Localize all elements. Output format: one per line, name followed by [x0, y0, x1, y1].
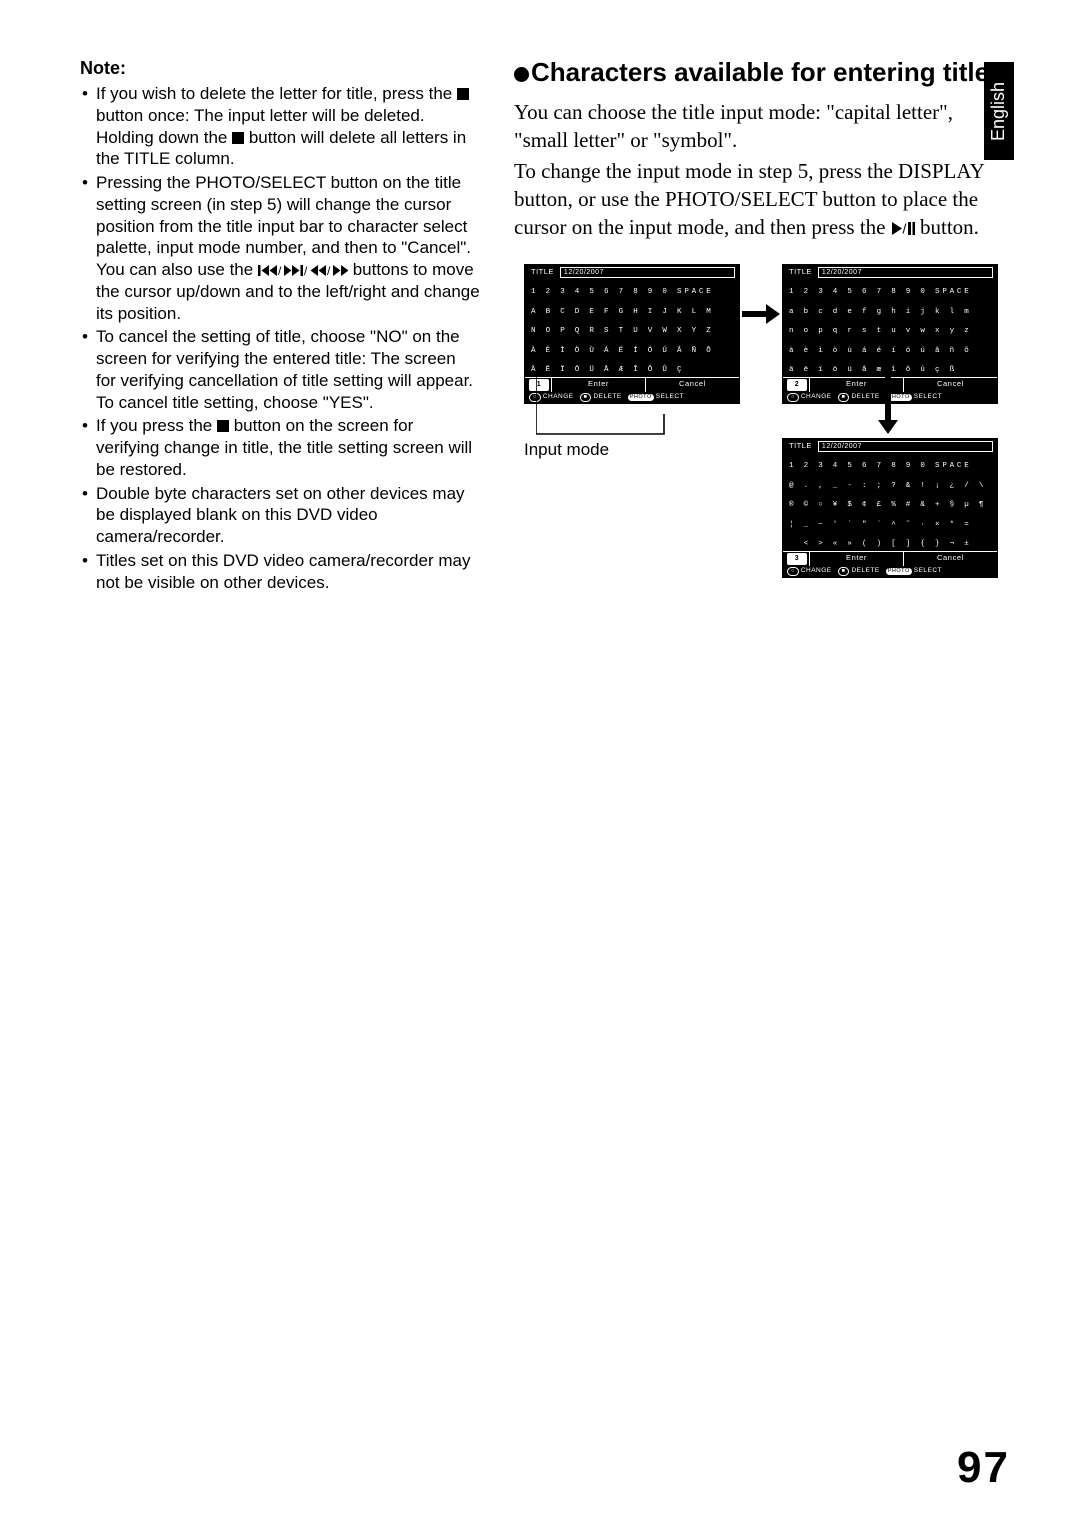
heading-bullet-icon	[514, 67, 529, 82]
mode-badge: 3	[787, 553, 807, 565]
title-value: 12/20/2007	[818, 441, 993, 452]
input-mode-diagram: TITLE 12/20/2007 1 2 3 4 5 6 7 8 9 0 SPA…	[514, 264, 1000, 584]
arrow-down-icon	[878, 366, 898, 434]
mode-badge: 2	[787, 379, 807, 391]
body-text: button.	[920, 215, 979, 239]
title-value: 12/20/2007	[818, 267, 993, 278]
char-grid: 1 2 3 4 5 6 7 8 9 0 SPACE a b c d e f g …	[783, 279, 997, 378]
heading-text: Characters available for entering title	[531, 57, 989, 87]
page-number: 97	[957, 1443, 1010, 1493]
note-item: If you wish to delete the letter for tit…	[96, 83, 480, 170]
arrow-right-icon	[742, 304, 780, 324]
enter-button: Enter	[809, 552, 903, 566]
note-item: Titles set on this DVD video camera/reco…	[96, 550, 480, 594]
leader-line	[536, 344, 666, 444]
note-list: If you wish to delete the letter for tit…	[80, 83, 480, 593]
note-column: Note: If you wish to delete the letter f…	[80, 58, 480, 595]
play-pause-icon: /	[891, 215, 920, 239]
language-label: English	[989, 81, 1010, 140]
section-heading: Characters available for entering title	[514, 58, 1000, 88]
main-column: Characters available for entering title …	[514, 58, 1000, 595]
language-tab: English	[984, 62, 1014, 160]
note-item: Pressing the PHOTO/SELECT button on the …	[96, 172, 480, 324]
title-label: TITLE	[531, 267, 554, 277]
title-label: TITLE	[789, 267, 812, 277]
screen-symbols: TITLE 12/20/2007 1 2 3 4 5 6 7 8 9 0 SPA…	[782, 438, 998, 579]
svg-text:/: /	[902, 221, 906, 236]
transport-icons: / / /	[258, 260, 353, 279]
note-item: To cancel the setting of title, choose "…	[96, 326, 480, 413]
stop-icon	[217, 420, 229, 432]
cancel-button: Cancel	[903, 552, 997, 566]
svg-text:/: /	[304, 264, 308, 277]
cancel-button: Cancel	[903, 378, 997, 392]
input-mode-caption: Input mode	[524, 440, 609, 460]
button-row: 3 Enter Cancel	[783, 551, 997, 566]
body-paragraph: To change the input mode in step 5, pres…	[514, 157, 1000, 242]
stop-icon	[457, 88, 469, 100]
note-item: If you press the button on the screen fo…	[96, 415, 480, 480]
body-paragraph: You can choose the title input mode: "ca…	[514, 98, 1000, 155]
note-text: If you wish to delete the letter for tit…	[96, 84, 457, 103]
char-grid: 1 2 3 4 5 6 7 8 9 0 SPACE @ . , _ - : ; …	[783, 453, 997, 552]
note-heading: Note:	[80, 58, 480, 79]
title-value: 12/20/2007	[560, 267, 735, 278]
note-text: If you press the	[96, 416, 217, 435]
note-item: Double byte characters set on other devi…	[96, 483, 480, 548]
title-label: TITLE	[789, 441, 812, 451]
stop-icon	[232, 132, 244, 144]
svg-text:/: /	[327, 264, 331, 277]
legend: ○CHANGE ■DELETE PHOTOSELECT	[783, 566, 997, 577]
svg-text:/: /	[278, 264, 282, 277]
